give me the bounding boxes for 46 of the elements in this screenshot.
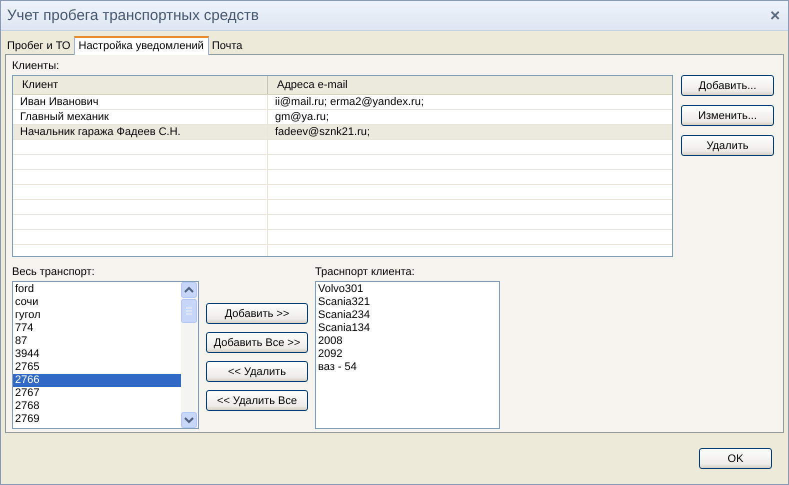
column-header[interactable]: Адреса e-mail xyxy=(268,76,668,94)
transfer-button[interactable]: << Удалить Все xyxy=(206,390,308,411)
table-cell-text: ii@mail.ru; erma2@yandex.ru; xyxy=(274,95,425,109)
list-item[interactable]: 2092 xyxy=(316,348,499,361)
list-item[interactable]: сочи xyxy=(13,296,181,309)
section-label: Клиенты: xyxy=(12,60,60,72)
list-item[interactable]: 87 xyxy=(13,335,181,348)
list-item[interactable]: 2008 xyxy=(316,335,499,348)
table-cell: Иван Иванович xyxy=(13,95,268,109)
list-item[interactable]: гугол xyxy=(13,309,181,322)
action-button[interactable]: Изменить... xyxy=(681,105,774,126)
list-item[interactable]: Volvo301 xyxy=(316,283,499,296)
close-button[interactable]: × xyxy=(770,6,780,26)
table-row[interactable]: Начальник гаража Фадеев С.Н. fadeev@sznk21.ru; xyxy=(13,125,672,140)
window-title: Учет пробега транспортных средств xyxy=(7,7,259,24)
table-row[interactable]: Иван Иванович ii@mail.ru; erma2@yandex.ru; xyxy=(13,95,672,110)
action-button[interactable]: Удалить xyxy=(681,135,774,156)
list-item[interactable]: 2769 xyxy=(13,413,181,426)
list-label: Траснпорт клиента: xyxy=(315,266,416,278)
list-item[interactable]: ford xyxy=(13,283,181,296)
tab[interactable]: Настройка уведомлений xyxy=(74,36,209,55)
list-item[interactable]: 774 xyxy=(13,322,181,335)
table-cell: Начальник гаража Фадеев С.Н. xyxy=(13,125,268,139)
list-item[interactable]: ваз - 54 xyxy=(316,361,499,374)
scroll-thumb[interactable] xyxy=(181,299,197,323)
list-item[interactable]: Scania134 xyxy=(316,322,499,335)
scroll-down-icon[interactable] xyxy=(181,412,197,428)
action-button[interactable]: Добавить... xyxy=(681,75,774,96)
table-cell-text: fadeev@sznk21.ru; xyxy=(274,125,371,139)
list-item[interactable]: 3944 xyxy=(13,348,181,361)
list-item[interactable]: Scania321 xyxy=(316,296,499,309)
list-item[interactable]: Scania234 xyxy=(316,309,499,322)
transfer-button[interactable]: Добавить Все >> xyxy=(206,332,308,353)
scroll-up-icon[interactable] xyxy=(181,282,197,298)
list-item[interactable]: 2766 xyxy=(13,374,181,387)
ok-button[interactable]: OK xyxy=(699,448,772,469)
transfer-button[interactable]: Добавить >> xyxy=(206,303,308,324)
list-label: Весь транспорт: xyxy=(12,266,96,278)
scrollbar[interactable] xyxy=(181,282,198,428)
list-item[interactable]: 2767 xyxy=(13,387,181,400)
list-item[interactable]: 2768 xyxy=(13,400,181,413)
transfer-button[interactable]: << Удалить xyxy=(206,361,308,382)
table-cell: Главный механик xyxy=(13,110,268,124)
table-cell-text: gm@ya.ru; xyxy=(274,110,330,124)
column-header[interactable]: Клиент xyxy=(13,76,268,94)
list-item[interactable]: 2765 xyxy=(13,361,181,374)
